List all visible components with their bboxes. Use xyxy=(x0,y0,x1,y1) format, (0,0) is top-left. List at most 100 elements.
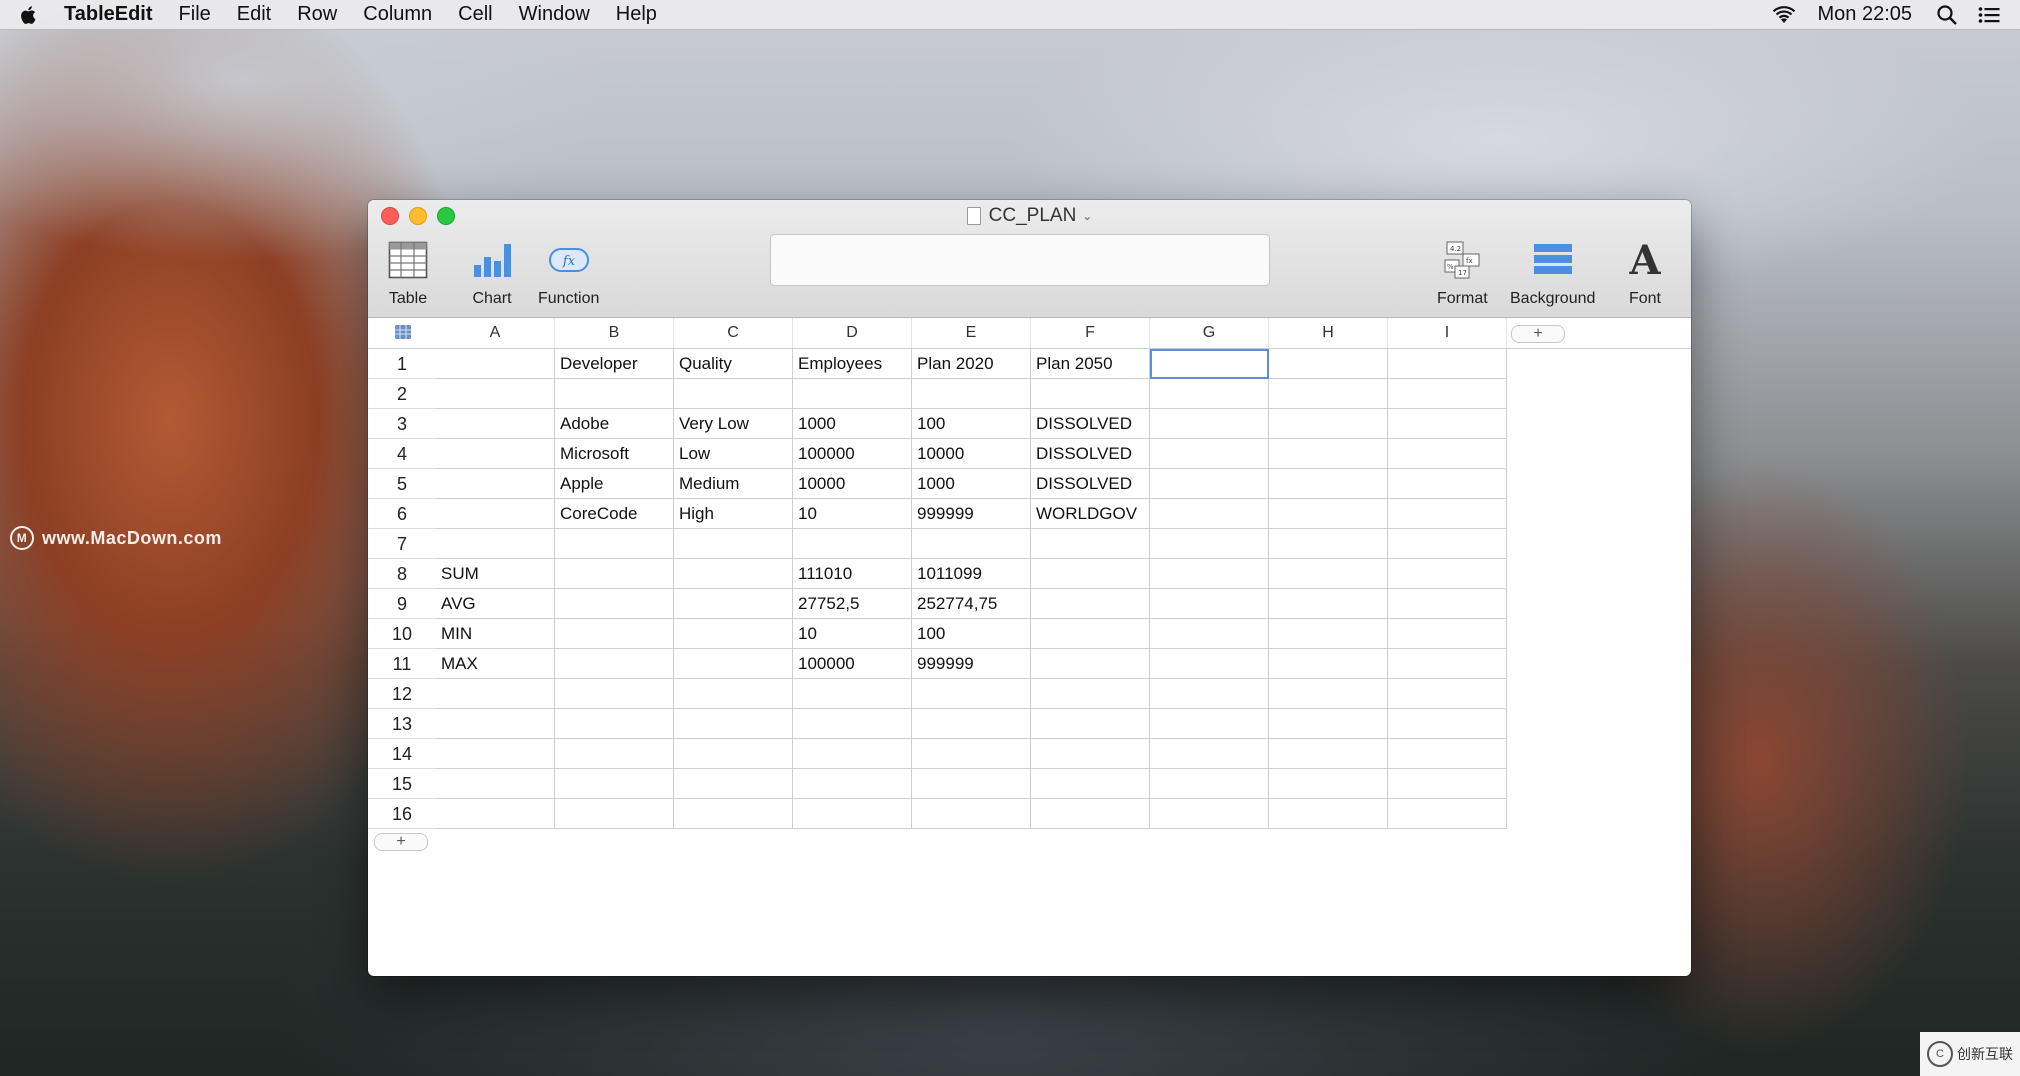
cell-g13[interactable] xyxy=(1150,709,1269,739)
row-header-15[interactable]: 15 xyxy=(368,769,436,799)
row-header-6[interactable]: 6 xyxy=(368,499,436,529)
cell-e5[interactable]: 1000 xyxy=(912,469,1031,499)
cell-e16[interactable] xyxy=(912,799,1031,829)
row-header-10[interactable]: 10 xyxy=(368,619,436,649)
column-header-h[interactable]: H xyxy=(1269,318,1388,348)
cell-d5[interactable]: 10000 xyxy=(793,469,912,499)
cell-h12[interactable] xyxy=(1269,679,1388,709)
cell-d9[interactable]: 27752,5 xyxy=(793,589,912,619)
menu-cell[interactable]: Cell xyxy=(458,3,492,26)
cell-b13[interactable] xyxy=(555,709,674,739)
menu-help[interactable]: Help xyxy=(616,3,657,26)
row-header-5[interactable]: 5 xyxy=(368,469,436,499)
cell-f13[interactable] xyxy=(1031,709,1150,739)
column-header-g[interactable]: G xyxy=(1150,318,1269,348)
cell-a4[interactable] xyxy=(436,439,555,469)
cell-d7[interactable] xyxy=(793,529,912,559)
apple-icon[interactable] xyxy=(18,4,40,26)
cell-b14[interactable] xyxy=(555,739,674,769)
cell-e13[interactable] xyxy=(912,709,1031,739)
cell-g5[interactable] xyxy=(1150,469,1269,499)
cell-i7[interactable] xyxy=(1388,529,1507,559)
cell-i5[interactable] xyxy=(1388,469,1507,499)
cell-d1[interactable]: Employees xyxy=(793,349,912,379)
cell-i14[interactable] xyxy=(1388,739,1507,769)
cell-a10[interactable]: MIN xyxy=(436,619,555,649)
cell-g4[interactable] xyxy=(1150,439,1269,469)
function-button[interactable]: fx Function xyxy=(538,238,599,308)
cell-f6[interactable]: WORLDGOV xyxy=(1031,499,1150,529)
cell-c3[interactable]: Very Low xyxy=(674,409,793,439)
cell-c7[interactable] xyxy=(674,529,793,559)
add-row-button[interactable]: + xyxy=(374,833,428,851)
cell-g7[interactable] xyxy=(1150,529,1269,559)
cell-f9[interactable] xyxy=(1031,589,1150,619)
cell-e15[interactable] xyxy=(912,769,1031,799)
cell-c5[interactable]: Medium xyxy=(674,469,793,499)
cell-h5[interactable] xyxy=(1269,469,1388,499)
cell-a3[interactable] xyxy=(436,409,555,439)
cell-f3[interactable]: DISSOLVED xyxy=(1031,409,1150,439)
cell-a7[interactable] xyxy=(436,529,555,559)
row-header-14[interactable]: 14 xyxy=(368,739,436,769)
cell-b9[interactable] xyxy=(555,589,674,619)
font-button[interactable]: A Font xyxy=(1623,238,1667,308)
cell-b3[interactable]: Adobe xyxy=(555,409,674,439)
cell-c11[interactable] xyxy=(674,649,793,679)
cell-e7[interactable] xyxy=(912,529,1031,559)
cell-g8[interactable] xyxy=(1150,559,1269,589)
column-header-d[interactable]: D xyxy=(793,318,912,348)
cell-a15[interactable] xyxy=(436,769,555,799)
cell-e3[interactable]: 100 xyxy=(912,409,1031,439)
cell-f1[interactable]: Plan 2050 xyxy=(1031,349,1150,379)
wifi-icon[interactable] xyxy=(1771,5,1797,25)
cell-g14[interactable] xyxy=(1150,739,1269,769)
cell-f5[interactable]: DISSOLVED xyxy=(1031,469,1150,499)
cell-d10[interactable]: 10 xyxy=(793,619,912,649)
cell-f15[interactable] xyxy=(1031,769,1150,799)
cell-c13[interactable] xyxy=(674,709,793,739)
menu-file[interactable]: File xyxy=(179,3,211,26)
row-header-11[interactable]: 11 xyxy=(368,649,436,679)
cell-d13[interactable] xyxy=(793,709,912,739)
cell-g12[interactable] xyxy=(1150,679,1269,709)
row-header-9[interactable]: 9 xyxy=(368,589,436,619)
cell-h11[interactable] xyxy=(1269,649,1388,679)
cell-d16[interactable] xyxy=(793,799,912,829)
cell-i1[interactable] xyxy=(1388,349,1507,379)
cell-i16[interactable] xyxy=(1388,799,1507,829)
cell-c8[interactable] xyxy=(674,559,793,589)
cell-b6[interactable]: CoreCode xyxy=(555,499,674,529)
cell-i6[interactable] xyxy=(1388,499,1507,529)
column-header-e[interactable]: E xyxy=(912,318,1031,348)
cell-d3[interactable]: 1000 xyxy=(793,409,912,439)
cell-d12[interactable] xyxy=(793,679,912,709)
cell-i12[interactable] xyxy=(1388,679,1507,709)
add-column-button[interactable]: + xyxy=(1511,325,1565,343)
cell-c9[interactable] xyxy=(674,589,793,619)
row-header-2[interactable]: 2 xyxy=(368,379,436,409)
row-header-1[interactable]: 1 xyxy=(368,349,436,379)
cell-h8[interactable] xyxy=(1269,559,1388,589)
cell-a12[interactable] xyxy=(436,679,555,709)
cell-h6[interactable] xyxy=(1269,499,1388,529)
cell-d2[interactable] xyxy=(793,379,912,409)
cell-g2[interactable] xyxy=(1150,379,1269,409)
cell-e9[interactable]: 252774,75 xyxy=(912,589,1031,619)
cell-d6[interactable]: 10 xyxy=(793,499,912,529)
cell-g10[interactable] xyxy=(1150,619,1269,649)
cell-g16[interactable] xyxy=(1150,799,1269,829)
cell-f4[interactable]: DISSOLVED xyxy=(1031,439,1150,469)
row-header-12[interactable]: 12 xyxy=(368,679,436,709)
cell-a1[interactable] xyxy=(436,349,555,379)
cell-f11[interactable] xyxy=(1031,649,1150,679)
cell-a11[interactable]: MAX xyxy=(436,649,555,679)
cell-d15[interactable] xyxy=(793,769,912,799)
column-header-i[interactable]: I xyxy=(1388,318,1507,348)
cell-i15[interactable] xyxy=(1388,769,1507,799)
cell-f2[interactable] xyxy=(1031,379,1150,409)
cell-i3[interactable] xyxy=(1388,409,1507,439)
cell-h9[interactable] xyxy=(1269,589,1388,619)
cell-d14[interactable] xyxy=(793,739,912,769)
select-all-icon[interactable] xyxy=(394,324,412,340)
